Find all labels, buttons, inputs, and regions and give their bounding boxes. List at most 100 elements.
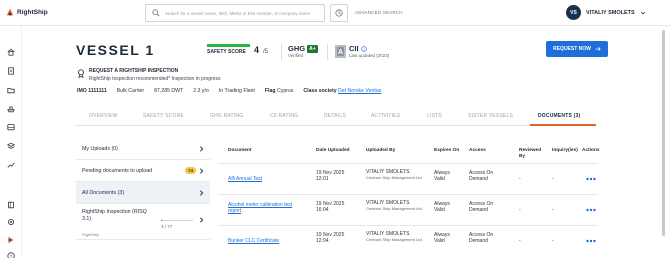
- progress-bar: [161, 220, 193, 221]
- help-icon[interactable]: ?: [7, 252, 15, 258]
- search-history-button[interactable]: [330, 4, 348, 22]
- folder-all-documents[interactable]: All Documents (3): [76, 182, 210, 204]
- search-input[interactable]: Search for a vessel name, IMO, MMSI or E…: [165, 11, 310, 16]
- col-uploaded-by[interactable]: Uploaded By: [366, 148, 395, 154]
- layers-icon[interactable]: [7, 142, 15, 150]
- clock-icon: [335, 9, 343, 17]
- settings-icon[interactable]: [7, 218, 15, 226]
- folder-icon[interactable]: [7, 86, 15, 94]
- document-link[interactable]: Bunker CLC Certificate: [228, 238, 279, 244]
- uploaded-by: VITALIY SMOLETS Centrum Ship Management L…: [366, 169, 423, 181]
- chevron-right-icon: [200, 168, 204, 174]
- document-folders: My Uploads (0) Pending documents to uplo…: [76, 138, 210, 240]
- safety-score-bar: [207, 44, 250, 47]
- date-uploaded: 19 Nov 2025 12:01: [316, 170, 345, 183]
- folder-rightship-inspection[interactable]: RightShip Inspection (RISQ 3.1) 3 / 77 R…: [76, 204, 210, 240]
- header-divider: [327, 44, 328, 60]
- access: Access On Demand: [469, 201, 494, 214]
- progress-fill: [161, 220, 163, 221]
- fact-class-value[interactable]: Det Norske Veritas: [338, 88, 381, 94]
- rightship-mark-icon[interactable]: [7, 236, 15, 244]
- col-reviewed-by[interactable]: Reviewed By: [519, 148, 541, 160]
- reviewed-by: -: [519, 207, 521, 213]
- user-menu[interactable]: VS VITALIY SMOLETS: [566, 5, 646, 20]
- folder-sub: RightShip: [82, 232, 100, 237]
- inquiries: -: [552, 238, 554, 244]
- table-row[interactable]: Afli Annual Test 19 Nov 2025 12:01 VITALI…: [218, 163, 598, 191]
- tab-sister-vessels[interactable]: SISTER VESSELS: [468, 113, 513, 119]
- request-now-button[interactable]: REQUEST NOW: [546, 41, 608, 57]
- expires-on: Always Valid: [434, 232, 450, 245]
- tab-cii-rating[interactable]: CII RATING: [270, 113, 298, 119]
- chevron-right-icon: [200, 217, 204, 223]
- cii-rating-icon: A: [335, 44, 346, 58]
- reviewed-by: -: [519, 238, 521, 244]
- fact-flag-value: Cyprus: [276, 88, 294, 94]
- safety-score-max: /5: [263, 49, 269, 55]
- safety-score-label: SAFETY SCORE: [207, 49, 246, 55]
- ghg-rating[interactable]: GHG A+ Verified: [288, 44, 318, 58]
- chevron-down-icon: [640, 11, 645, 14]
- home-icon[interactable]: [7, 48, 15, 56]
- fact-class-label: Class society: [303, 88, 337, 94]
- col-actions: Actions: [582, 148, 600, 153]
- book-icon[interactable]: [7, 201, 15, 209]
- more-actions-icon[interactable]: [586, 177, 596, 181]
- document-link[interactable]: Afli Annual Test: [228, 176, 262, 182]
- col-access[interactable]: Access: [469, 148, 486, 154]
- more-actions-icon[interactable]: [586, 239, 596, 243]
- inquiries: -: [552, 176, 554, 182]
- page-scrollbar[interactable]: [662, 30, 665, 236]
- folder-label: Pending documents to upload: [82, 167, 153, 174]
- tab-lists[interactable]: LISTS: [427, 113, 442, 119]
- info-icon[interactable]: [360, 45, 367, 52]
- col-date-uploaded[interactable]: Date Uploaded: [316, 148, 350, 154]
- tab-documents[interactable]: DOCUMENTS (3): [538, 113, 580, 119]
- inspection-notice: REQUEST A RIGHTSHIP INSPECTION RightShip…: [77, 68, 220, 82]
- trend-icon[interactable]: [7, 161, 15, 169]
- fact-status: In Trading Fleet: [218, 88, 255, 94]
- fact-type: Bulk Carrier: [116, 88, 145, 94]
- folder-label: My Uploads (0): [82, 145, 118, 152]
- svg-text:A: A: [338, 49, 343, 56]
- top-bar: RightShip Search for a vessel name, IMO,…: [0, 0, 670, 26]
- table-row[interactable]: Bunker CLC Certificate 19 Nov 2025 12:04 …: [218, 225, 598, 253]
- vessel-facts: IMO 1111111 Bulk Carrier 87,285 DWT 2.3 …: [77, 88, 381, 94]
- page-title: VESSEL 1: [76, 42, 155, 58]
- tab-safety-score[interactable]: SAFETY SCORE: [143, 113, 184, 119]
- ghg-label: GHG: [288, 44, 306, 53]
- fact-dwt: 87,285 DWT: [154, 88, 184, 94]
- folder-my-uploads[interactable]: My Uploads (0): [76, 138, 210, 160]
- avatar: VS: [566, 5, 581, 20]
- document-icon[interactable]: [7, 67, 15, 75]
- ghg-rating-badge: A+: [307, 44, 318, 53]
- more-actions-icon[interactable]: [586, 208, 596, 212]
- inquiries: -: [552, 207, 554, 213]
- active-tab-indicator: [530, 124, 596, 126]
- col-expires-on[interactable]: Expires On: [434, 148, 459, 154]
- advanced-search-link[interactable]: ADVANCED SEARCH: [355, 10, 403, 15]
- search-box[interactable]: Search for a vessel name, IMO, MMSI or E…: [145, 4, 325, 22]
- rightship-logo-icon: [6, 8, 14, 16]
- inspection-title[interactable]: REQUEST A RIGHTSHIP INSPECTION: [89, 68, 220, 74]
- reviewed-by: -: [519, 176, 521, 182]
- tab-details[interactable]: DETAILS: [324, 113, 346, 119]
- fact-imo: IMO 1111111: [77, 88, 107, 94]
- cii-rating[interactable]: A CII Last updated (2023): [335, 44, 389, 58]
- folder-label: All Documents (3): [82, 189, 125, 196]
- inbox-icon[interactable]: [7, 123, 15, 131]
- expires-on: Always Valid: [434, 201, 450, 214]
- tab-ghg-rating[interactable]: GHG RATING: [210, 113, 243, 119]
- request-now-label: REQUEST NOW: [553, 46, 591, 52]
- document-link[interactable]: Alcohol meter calibration test report: [228, 202, 306, 215]
- app-logo[interactable]: RightShip: [6, 8, 48, 16]
- safety-score[interactable]: SAFETY SCORE 4 /5: [207, 44, 268, 55]
- table-row[interactable]: Alcohol meter calibration test report 19…: [218, 194, 598, 222]
- col-document[interactable]: Document: [228, 148, 251, 154]
- folder-pending[interactable]: Pending documents to upload 74: [76, 160, 210, 182]
- date-uploaded: 19 Nov 2025 16:04: [316, 201, 345, 214]
- tab-activities[interactable]: ACTIVITIES: [371, 113, 400, 119]
- ship-icon[interactable]: [7, 105, 15, 113]
- tab-overview[interactable]: OVERVIEW: [89, 113, 117, 119]
- col-inquiries[interactable]: Inquiry(ies): [552, 148, 578, 154]
